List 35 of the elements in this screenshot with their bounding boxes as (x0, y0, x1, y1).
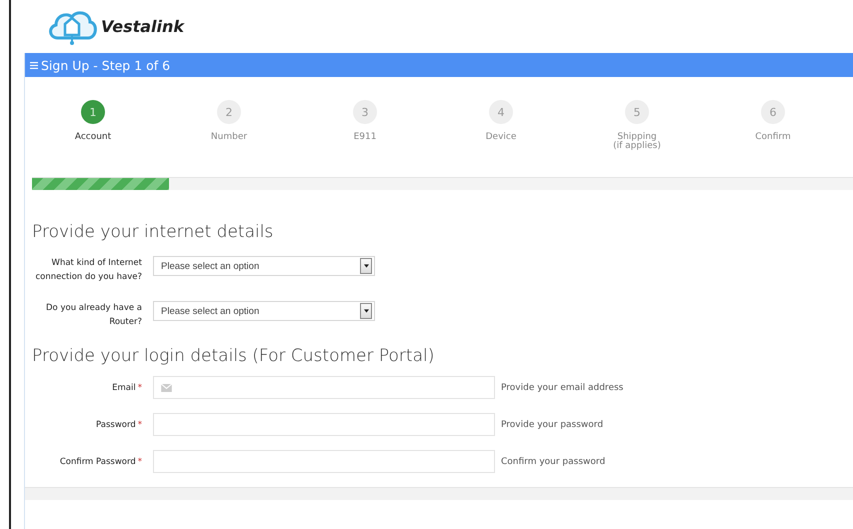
help-text: Provide your password (501, 420, 604, 430)
help-text: Confirm your password (501, 456, 606, 466)
step-circle[interactable]: 3 (353, 100, 377, 124)
step-label: Shipping (617, 132, 657, 142)
field-label: Confirm Password (60, 456, 136, 466)
help-text: Provide your email address (501, 382, 624, 392)
required-mark: * (138, 456, 142, 466)
required-mark: * (138, 420, 142, 430)
select-dropdown[interactable]: Please select an option (153, 301, 375, 321)
step-label: E911 (354, 132, 376, 142)
field-label: Email (112, 382, 136, 392)
required-mark: * (138, 382, 142, 392)
step-label: Number (210, 132, 248, 142)
email-field[interactable] (153, 376, 495, 399)
step-circle[interactable]: 5 (625, 100, 649, 124)
header-title: Sign Up - Step 1 of 6 (41, 58, 170, 72)
step-circle[interactable]: 2 (217, 100, 241, 124)
field-label: Password (96, 420, 136, 430)
field-label: What kind of Internet connection do you have? (35, 258, 142, 282)
step-circle[interactable]: 6 (761, 100, 785, 124)
step-label: Account (74, 132, 112, 142)
section-heading: Provide your internet details (32, 222, 274, 242)
step-circle[interactable]: 4 (489, 100, 513, 124)
step-circle[interactable]: 1 (81, 100, 105, 124)
logo-text: Vestalink (101, 17, 184, 36)
field-label: Do you already have a Router? (46, 303, 142, 327)
menu-icon[interactable] (30, 62, 38, 68)
section-heading: Provide your login details (For Customer Portal) (32, 346, 436, 366)
step-note: (if applies) (613, 142, 661, 151)
envelope-icon (161, 384, 172, 392)
step-label: Device (486, 132, 516, 142)
select-dropdown[interactable]: Please select an option (153, 256, 375, 276)
step-label: Confirm (755, 132, 791, 142)
password-field[interactable] (153, 450, 495, 473)
password-field[interactable] (153, 413, 495, 436)
